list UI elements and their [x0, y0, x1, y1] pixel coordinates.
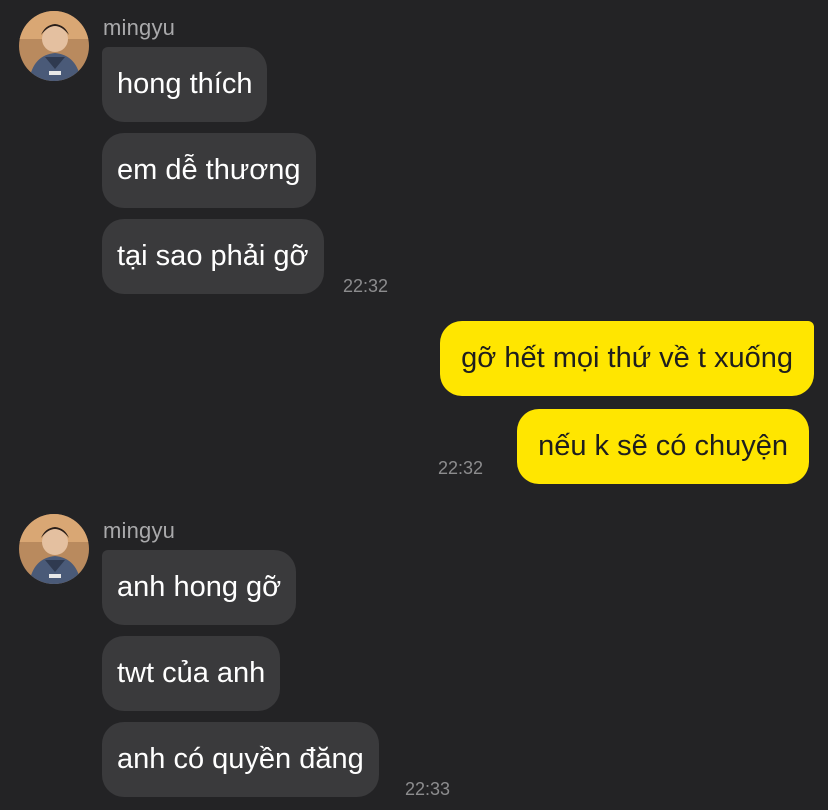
avatar-photo-icon — [19, 11, 89, 81]
message-bubble-incoming[interactable]: anh có quyền đăng — [102, 722, 379, 797]
sender-name: mingyu — [103, 518, 176, 543]
avatar-photo-icon — [19, 514, 89, 584]
message-timestamp: 22:32 — [343, 276, 389, 296]
message-bubble-incoming[interactable]: tại sao phải gỡ — [102, 219, 324, 294]
message-bubble-incoming[interactable]: twt của anh — [102, 636, 281, 711]
message-bubble-outgoing[interactable]: gỡ hết mọi thứ về t xuống — [440, 321, 814, 396]
message-bubble-incoming[interactable]: em dễ thương — [102, 133, 316, 208]
message-bubble-incoming[interactable]: anh hong gỡ — [102, 550, 297, 625]
sender-avatar[interactable] — [19, 514, 89, 584]
sender-avatar[interactable] — [19, 11, 89, 81]
message-bubble-outgoing[interactable]: nếu k sẽ có chuyện — [517, 409, 809, 484]
message-bubble-incoming[interactable]: hong thích — [102, 47, 268, 122]
sender-name: mingyu — [103, 15, 176, 40]
message-timestamp: 22:32 — [438, 458, 484, 478]
message-timestamp: 22:33 — [405, 779, 451, 799]
chat-thread: mingyu hong thích em dễ thương tại sao p… — [0, 0, 828, 810]
